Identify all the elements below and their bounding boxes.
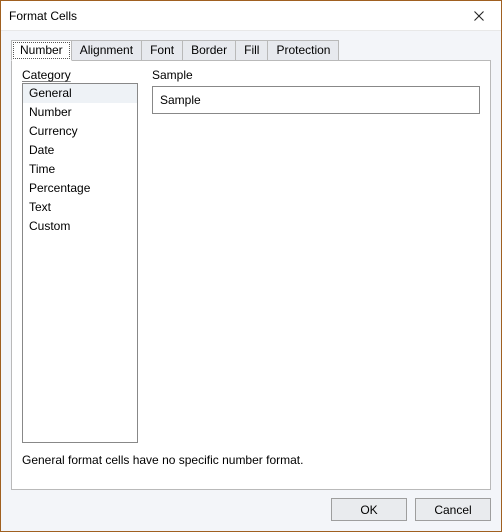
cancel-button[interactable]: Cancel bbox=[415, 498, 491, 521]
category-item-text[interactable]: Text bbox=[23, 198, 137, 217]
format-cells-dialog: Format Cells NumberAlignmentFontBorderFi… bbox=[0, 0, 502, 532]
tabstrip: NumberAlignmentFontBorderFillProtection bbox=[11, 39, 491, 61]
tab-protection[interactable]: Protection bbox=[267, 40, 339, 61]
window-title: Format Cells bbox=[9, 9, 77, 23]
format-description: General format cells have no specific nu… bbox=[22, 453, 480, 467]
sample-label: Sample bbox=[152, 68, 480, 82]
category-item-custom[interactable]: Custom bbox=[23, 217, 137, 236]
category-item-general[interactable]: General bbox=[23, 84, 137, 103]
close-icon bbox=[474, 11, 484, 21]
sample-value: Sample bbox=[160, 93, 201, 107]
tab-fill[interactable]: Fill bbox=[235, 40, 268, 61]
ok-button[interactable]: OK bbox=[331, 498, 407, 521]
close-button[interactable] bbox=[457, 1, 501, 31]
tab-alignment[interactable]: Alignment bbox=[71, 40, 142, 61]
category-item-number[interactable]: Number bbox=[23, 103, 137, 122]
category-item-date[interactable]: Date bbox=[23, 141, 137, 160]
tab-number[interactable]: Number bbox=[11, 40, 72, 61]
category-listbox[interactable]: GeneralNumberCurrencyDateTimePercentageT… bbox=[22, 83, 138, 443]
category-item-percentage[interactable]: Percentage bbox=[23, 179, 137, 198]
category-label: Category bbox=[22, 68, 138, 82]
sample-box: Sample bbox=[152, 86, 480, 114]
tab-page-number: Category GeneralNumberCurrencyDateTimePe… bbox=[11, 60, 491, 490]
dialog-button-row: OK Cancel bbox=[11, 498, 491, 521]
category-item-time[interactable]: Time bbox=[23, 160, 137, 179]
titlebar: Format Cells bbox=[1, 1, 501, 31]
tab-border[interactable]: Border bbox=[182, 40, 236, 61]
client-area: NumberAlignmentFontBorderFillProtection … bbox=[1, 31, 501, 531]
category-item-currency[interactable]: Currency bbox=[23, 122, 137, 141]
tab-font[interactable]: Font bbox=[141, 40, 183, 61]
